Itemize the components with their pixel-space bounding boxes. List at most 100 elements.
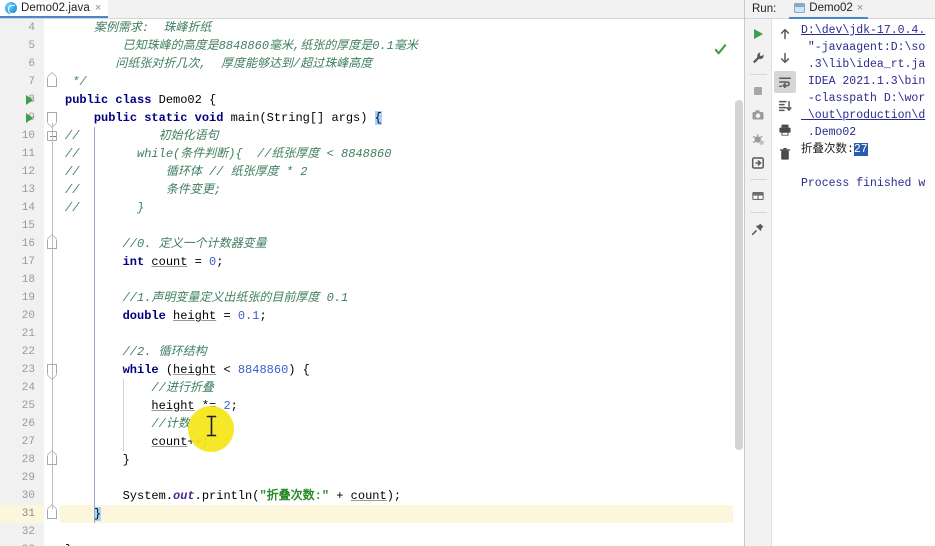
line-number[interactable]: 20 [0,307,44,325]
editor-tab-demo02[interactable]: Demo02.java × [0,0,109,18]
edit-configurations-button[interactable] [747,47,769,69]
fold-marker[interactable] [47,509,57,519]
line-number[interactable]: 28 [0,451,44,469]
line-number[interactable]: 25 [0,397,44,415]
code-line[interactable]: 问纸张对折几次, 厚度能够达到/超过珠峰高度 [60,55,744,73]
fold-row[interactable] [44,37,60,55]
code-token: double [122,309,174,323]
line-number[interactable]: 13 [0,181,44,199]
editor-vertical-scrollbar[interactable] [733,38,744,546]
line-number[interactable]: 23 [0,361,44,379]
scroll-down-button[interactable] [774,47,796,69]
line-number[interactable]: 18 [0,271,44,289]
close-icon[interactable]: × [857,2,863,14]
fold-marker[interactable] [47,77,57,87]
green-check-icon[interactable] [714,43,727,56]
code-line[interactable] [60,523,744,541]
code-line[interactable]: //1.声明变量定义出纸张的目前厚度 0.1 [60,289,744,307]
code-text-area[interactable]: 案例需求: 珠峰折纸 已知珠峰的高度是8848860毫米,纸张的厚度是0.1毫米… [60,19,744,546]
code-line[interactable] [60,217,744,235]
code-line[interactable] [60,271,744,289]
layout-button[interactable] [747,185,769,207]
code-line[interactable] [60,469,744,487]
code-line[interactable]: 已知珠峰的高度是8848860毫米,纸张的厚度是0.1毫米 [60,37,744,55]
line-number[interactable]: 22 [0,343,44,361]
attach-button[interactable] [747,152,769,174]
line-number[interactable]: 4 [0,19,44,37]
code-line[interactable]: while (height < 8848860) { [60,361,744,379]
console-output[interactable]: D:\dev\jdk-17.0.4. "-javaagent:D:\so .3\… [797,19,935,546]
line-number[interactable]: 16 [0,235,44,253]
console-line[interactable]: D:\dev\jdk-17.0.4. [801,22,935,39]
run-tab-demo02[interactable]: Demo02 × [789,0,869,19]
code-line[interactable]: public static void main(String[] args) { [60,109,744,127]
code-folding-strip[interactable] [44,19,60,546]
line-number[interactable]: 8 [0,91,44,109]
line-number[interactable]: 31 [0,505,44,523]
line-number[interactable]: 6 [0,55,44,73]
coverage-button[interactable] [747,128,769,150]
line-number[interactable]: 10 [0,127,44,145]
line-number[interactable]: 14 [0,199,44,217]
code-line[interactable]: count++; [60,433,744,451]
close-icon[interactable]: × [94,2,102,14]
code-line[interactable]: } [60,505,744,523]
pin-button[interactable] [747,218,769,240]
run-gutter-icon[interactable] [26,95,33,105]
line-number[interactable]: 26 [0,415,44,433]
scroll-up-button[interactable] [774,23,796,45]
code-line[interactable]: //0. 定义一个计数器变量 [60,235,744,253]
line-number[interactable]: 27 [0,433,44,451]
line-number[interactable]: 24 [0,379,44,397]
line-number[interactable]: 19 [0,289,44,307]
code-line[interactable]: // 循环体 // 纸张厚度 * 2 [60,163,744,181]
code-line[interactable]: */ [60,73,744,91]
stop-button[interactable] [747,80,769,102]
line-number[interactable]: 15 [0,217,44,235]
code-line[interactable]: // } [60,199,744,217]
line-number[interactable]: 11 [0,145,44,163]
line-number[interactable]: 17 [0,253,44,271]
scroll-to-end-button[interactable] [774,95,796,117]
line-number[interactable]: 32 [0,523,44,541]
screenshot-button[interactable] [747,104,769,126]
code-line[interactable]: 案例需求: 珠峰折纸 [60,19,744,37]
code-line[interactable]: public class Demo02 { [60,91,744,109]
console-line[interactable]: \out\production\d [801,107,935,124]
line-number[interactable]: 5 [0,37,44,55]
clear-all-button[interactable] [774,143,796,165]
line-number[interactable]: 9 [0,109,44,127]
code-line[interactable]: height *= 2; [60,397,744,415]
soft-wrap-button[interactable] [773,71,796,93]
code-line[interactable]: int count = 0; [60,253,744,271]
code-line[interactable]: // 初始化语句 [60,127,744,145]
code-line[interactable]: //计数 [60,415,744,433]
code-line[interactable]: } [60,451,744,469]
scrollbar-thumb[interactable] [735,100,743,450]
code-line[interactable]: // while(条件判断){ //纸张厚度 < 8848860 [60,145,744,163]
fold-marker[interactable] [47,112,57,123]
print-button[interactable] [774,119,796,141]
line-number[interactable]: 21 [0,325,44,343]
fold-row[interactable] [44,55,60,73]
code-line[interactable]: System.out.println("折叠次数:" + count); [60,487,744,505]
fold-row[interactable] [44,73,60,91]
code-line[interactable]: // 条件变更; [60,181,744,199]
fold-row[interactable] [44,523,60,541]
line-number[interactable]: 29 [0,469,44,487]
line-number-gutter[interactable]: 4 5 6 7 8 9 10 11 12 13 14 15 16 17 18 19 20 21 22 23 24 25 26… [0,19,44,546]
run-gutter-icon[interactable] [26,113,33,123]
rerun-button[interactable] [747,23,769,45]
fold-row[interactable] [44,91,60,109]
line-number[interactable]: 30 [0,487,44,505]
code-line[interactable]: //进行折叠 [60,379,744,397]
fold-row[interactable] [44,541,60,546]
line-number[interactable]: 7 [0,73,44,91]
code-line[interactable]: //2. 循环结构 [60,343,744,361]
line-number[interactable]: 12 [0,163,44,181]
code-line[interactable]: } [60,541,744,546]
line-number[interactable]: 33 [0,541,44,546]
code-line[interactable] [60,325,744,343]
code-line[interactable]: double height = 0.1; [60,307,744,325]
fold-row[interactable] [44,19,60,37]
